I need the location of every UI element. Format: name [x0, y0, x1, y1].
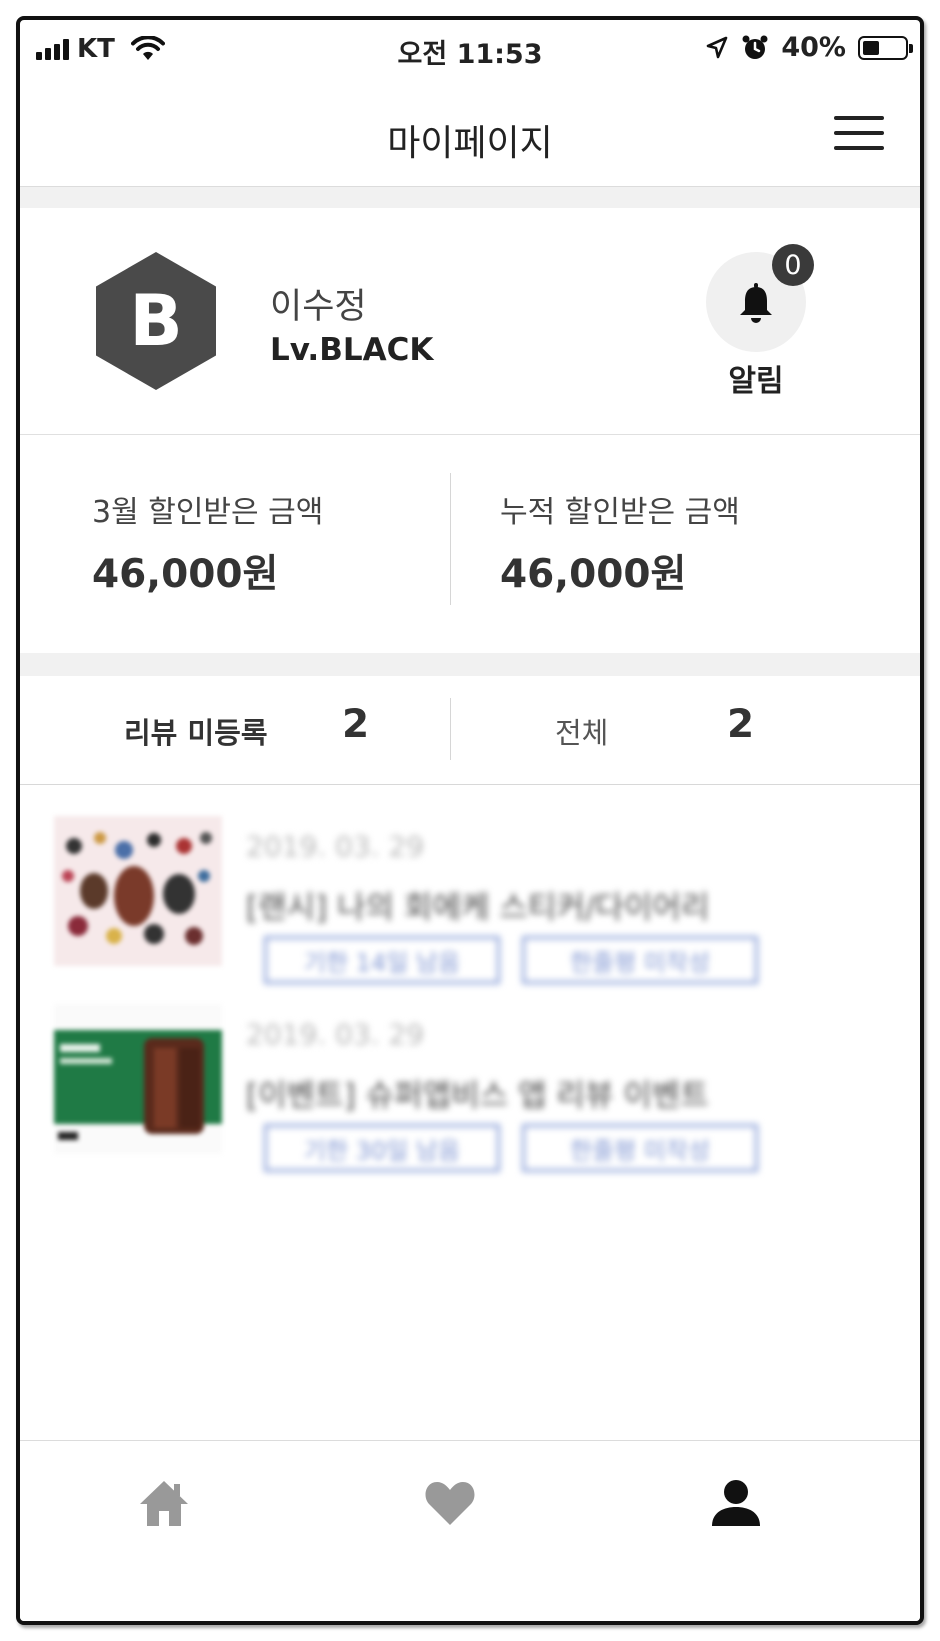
tab-label: 리뷰 미등록 — [124, 716, 268, 750]
deadline-tag: 기한 30일 남음 — [264, 1124, 500, 1172]
discount-amount: 46,000원 — [500, 552, 687, 597]
person-icon — [712, 1480, 760, 1526]
user-level: Lv.BLACK — [270, 332, 434, 368]
review-title: [이벤트] 슈퍼앱비스 앱 리뷰 이벤트 — [246, 1078, 709, 1114]
tab-unregistered-reviews[interactable]: 리뷰 미등록 2 — [20, 676, 450, 784]
screen: KT 오전 11:53 40% 마이페이지 B 이수정 Lv.BLACK 0 알… — [20, 20, 920, 1621]
review-list: 2019. 03. 29 [랜시] 나의 회에케 스티커/다이어리 기한 14일… — [20, 790, 920, 1210]
heart-icon — [425, 1482, 475, 1525]
nav-favorites-button[interactable] — [410, 1463, 490, 1543]
status-bar: KT 오전 11:53 40% — [20, 20, 920, 76]
tab-count: 2 — [342, 702, 370, 747]
discount-label: 누적 할인받은 금액 — [500, 495, 740, 530]
tab-count: 2 — [727, 702, 755, 747]
deadline-tag: 기한 14일 남음 — [264, 936, 500, 984]
profile-section: B 이수정 Lv.BLACK 0 알림 — [20, 208, 920, 435]
battery-icon — [858, 35, 913, 60]
product-thumbnail — [54, 816, 222, 966]
review-tabs: 리뷰 미등록 2 전체 2 — [20, 676, 920, 785]
notification-label: 알림 — [728, 364, 784, 399]
badge-letter: B — [129, 280, 183, 362]
bottom-nav — [20, 1440, 920, 1621]
alarm-icon — [742, 35, 768, 59]
review-date: 2019. 03. 29 — [246, 1018, 425, 1051]
review-item[interactable]: 2019. 03. 29 [랜시] 나의 회에케 스티커/다이어리 기한 14일… — [54, 804, 884, 984]
divider — [450, 473, 451, 605]
review-date: 2019. 03. 29 — [246, 830, 425, 863]
status-tag: 한줄평 미작성 — [522, 1124, 758, 1172]
home-icon — [140, 1481, 188, 1526]
location-arrow-icon — [707, 36, 728, 58]
status-right: 40% — [705, 32, 913, 63]
tab-label: 전체 — [555, 716, 609, 750]
product-thumbnail — [54, 1004, 222, 1154]
nav-home-button[interactable] — [124, 1463, 204, 1543]
level-badge: B — [96, 252, 216, 390]
bell-icon — [740, 283, 772, 323]
section-gap — [20, 187, 920, 208]
app-header: 마이페이지 — [20, 76, 920, 187]
battery-level — [863, 40, 879, 55]
user-name: 이수정 — [270, 287, 367, 327]
nav-mypage-button[interactable] — [696, 1463, 776, 1543]
discount-summary: 3월 할인받은 금액 46,000원 누적 할인받은 금액 46,000원 — [20, 435, 920, 653]
notification-count-badge: 0 — [772, 244, 814, 286]
section-gap — [20, 653, 920, 676]
device-frame: KT 오전 11:53 40% 마이페이지 B 이수정 Lv.BLACK 0 알… — [16, 16, 924, 1625]
discount-amount: 46,000원 — [92, 552, 279, 597]
battery-percent: 40% — [781, 32, 846, 63]
page-title: 마이페이지 — [387, 123, 553, 164]
discount-label: 3월 할인받은 금액 — [92, 495, 324, 530]
status-tag: 한줄평 미작성 — [522, 936, 758, 984]
hamburger-icon[interactable] — [834, 116, 884, 150]
tab-all-reviews[interactable]: 전체 2 — [451, 676, 920, 784]
review-item[interactable]: 2019. 03. 29 [이벤트] 슈퍼앱비스 앱 리뷰 이벤트 기한 30일… — [54, 992, 884, 1172]
review-title: [랜시] 나의 회에케 스티커/다이어리 — [246, 890, 710, 926]
